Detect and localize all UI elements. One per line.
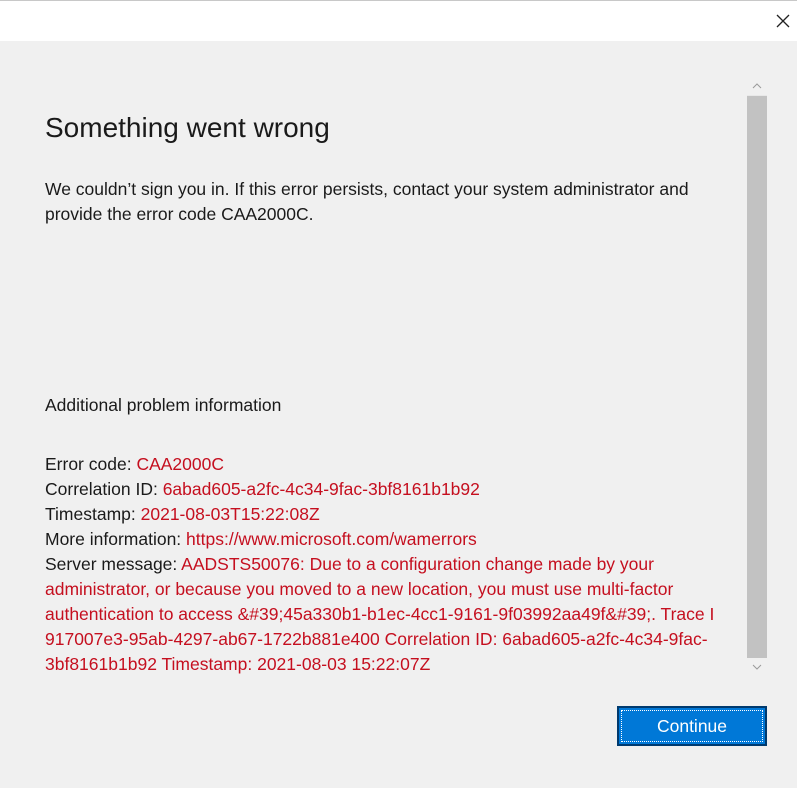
error-details: Error code: CAA2000C Correlation ID: 6ab… — [45, 452, 745, 677]
additional-info-heading: Additional problem information — [45, 395, 282, 415]
error-code-value: CAA2000C — [136, 454, 224, 474]
correlation-id-label: Correlation ID: — [45, 479, 163, 499]
server-message: Server message: AADSTS50076: Due to a co… — [45, 552, 747, 677]
error-code-row: Error code: CAA2000C — [45, 452, 745, 477]
timestamp-row: Timestamp: 2021-08-03T15:22:08Z — [45, 502, 745, 527]
continue-button[interactable]: Continue — [617, 706, 767, 746]
page-title: Something went wrong — [45, 112, 330, 143]
more-info-label: More information: — [45, 529, 187, 549]
server-message-label: Server message: — [45, 554, 182, 574]
server-message-line: administrator, or because you moved to a… — [45, 579, 674, 599]
scroll-up-button[interactable] — [747, 77, 767, 95]
vertical-scrollbar[interactable] — [747, 77, 767, 676]
scrollbar-thumb[interactable] — [747, 96, 767, 658]
close-button[interactable] — [769, 1, 797, 41]
server-message-line: 917007e3-95ab-4297-ab67-1722b881e400 Cor… — [45, 629, 708, 649]
error-code-label: Error code: — [45, 454, 137, 474]
chevron-up-icon — [752, 83, 762, 89]
error-description: We couldn’t sign you in. If this error p… — [45, 179, 689, 224]
dialog-content: Something went wrong We couldn’t sign yo… — [45, 0, 745, 788]
scroll-down-button[interactable] — [747, 658, 767, 676]
timestamp-value: 2021-08-03T15:22:08Z — [140, 504, 320, 524]
server-message-line: authentication to access &#39;45a330b1-b… — [45, 604, 715, 624]
correlation-id-value: 6abad605-a2fc-4c34-9fac-3bf8161b1b92 — [162, 479, 480, 499]
correlation-id-row: Correlation ID: 6abad605-a2fc-4c34-9fac-… — [45, 477, 745, 502]
server-message-line: 3bf8161b1b92 Timestamp: 2021-08-03 15:22… — [45, 654, 431, 674]
timestamp-label: Timestamp: — [45, 504, 141, 524]
more-info-row: More information: https://www.microsoft.… — [45, 527, 745, 552]
more-info-link[interactable]: https://www.microsoft.com/wamerrors — [186, 529, 477, 549]
server-message-line: AADSTS50076: Due to a configuration chan… — [181, 554, 654, 574]
chevron-down-icon — [752, 664, 762, 670]
close-icon — [776, 14, 790, 28]
